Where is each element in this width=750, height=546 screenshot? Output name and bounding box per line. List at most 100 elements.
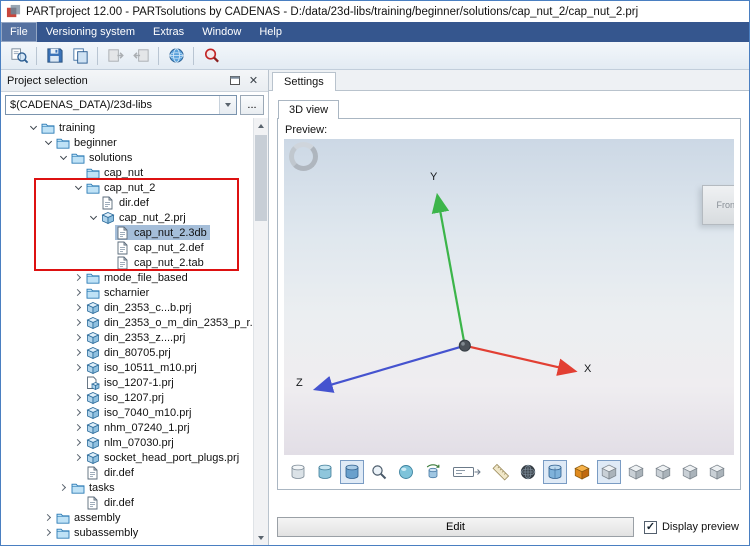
- tree-item-tasks[interactable]: tasks: [1, 480, 253, 495]
- scroll-down-icon[interactable]: [254, 530, 268, 545]
- toolbar-separator: [36, 46, 37, 65]
- tree-item-cap_nut_2[interactable]: cap_nut_2: [1, 180, 253, 195]
- zoom-icon[interactable]: [367, 460, 391, 484]
- rotate-sphere-icon[interactable]: [394, 460, 418, 484]
- tree-item-din_2353_c...b.prj[interactable]: din_2353_c...b.prj: [1, 300, 253, 315]
- expand-arrow-icon[interactable]: [72, 348, 85, 357]
- tree-item-din_2353_o_m_din_2353_p_r...[interactable]: din_2353_o_m_din_2353_p_r...: [1, 315, 253, 330]
- collapse-arrow-icon[interactable]: [72, 182, 85, 191]
- tree-item-mode_file_based[interactable]: mode_file_based: [1, 270, 253, 285]
- collapse-arrow-icon[interactable]: [57, 152, 70, 161]
- tree-item-iso_10511_m10.prj[interactable]: iso_10511_m10.prj: [1, 360, 253, 375]
- tab-3d-view[interactable]: 3D view: [278, 100, 340, 119]
- search-icon[interactable]: [199, 44, 223, 68]
- expand-arrow-icon[interactable]: [72, 303, 85, 312]
- scrollbar-track[interactable]: [254, 133, 268, 530]
- expand-arrow-icon[interactable]: [72, 363, 85, 372]
- collapse-arrow-icon[interactable]: [87, 212, 100, 221]
- tree-item-dir.def[interactable]: dir.def: [1, 465, 253, 480]
- expand-arrow-icon[interactable]: [57, 483, 70, 492]
- tree-item-dir.def[interactable]: dir.def: [1, 195, 253, 210]
- cylinder-solid-icon[interactable]: [340, 460, 364, 484]
- view-cube[interactable]: Front: [702, 185, 734, 225]
- save-icon[interactable]: [42, 44, 66, 68]
- cylinder-shaded-icon[interactable]: [313, 460, 337, 484]
- expand-arrow-icon[interactable]: [42, 528, 55, 537]
- display-preview-checkbox[interactable]: ✓: [643, 520, 657, 534]
- expand-arrow-icon[interactable]: [72, 453, 85, 462]
- settings-panel: Settings 3D view Preview: Fron Y X Z Edi…: [269, 70, 749, 545]
- tree-item-cap_nut_2.prj[interactable]: cap_nut_2.prj: [1, 210, 253, 225]
- tree-item-din_2353_z....prj[interactable]: din_2353_z....prj: [1, 330, 253, 345]
- tree-item-assembly[interactable]: assembly: [1, 510, 253, 525]
- ruler-icon[interactable]: [489, 460, 513, 484]
- settings-content: 3D view Preview: Fron Y X Z Edit ✓ Displ…: [269, 91, 749, 545]
- cube-view-4-icon[interactable]: [678, 460, 702, 484]
- expand-arrow-icon[interactable]: [72, 423, 85, 432]
- tree-item-nhm_07240_1.prj[interactable]: nhm_07240_1.prj: [1, 420, 253, 435]
- browse-button[interactable]: ...: [240, 95, 264, 115]
- z-axis-label: Z: [296, 377, 303, 389]
- cylinder-preview-icon[interactable]: [543, 460, 567, 484]
- menu-file[interactable]: File: [1, 22, 37, 42]
- orange-cube-icon[interactable]: [570, 460, 594, 484]
- tree-item-dir.def[interactable]: dir.def: [1, 495, 253, 510]
- dock-icon[interactable]: [226, 73, 243, 89]
- tree-item-cap_nut_2.def[interactable]: cap_nut_2.def: [1, 240, 253, 255]
- tree-item-din_80705.prj[interactable]: din_80705.prj: [1, 345, 253, 360]
- display-preview-option[interactable]: ✓ Display preview: [643, 520, 741, 534]
- expand-arrow-icon[interactable]: [72, 438, 85, 447]
- tree-item-training[interactable]: training: [1, 120, 253, 135]
- menu-extras[interactable]: Extras: [144, 22, 193, 42]
- tree-item-subassembly[interactable]: subassembly: [1, 525, 253, 540]
- collapse-arrow-icon[interactable]: [27, 122, 40, 131]
- tree-item-label: cap_nut_2.prj: [119, 211, 186, 224]
- library-path-combobox[interactable]: $(CADENAS_DATA)/23d-libs: [5, 95, 237, 115]
- scroll-up-icon[interactable]: [254, 118, 268, 133]
- tree-item-iso_1207-1.prj[interactable]: iso_1207-1.prj: [1, 375, 253, 390]
- 3d-viewport[interactable]: Front Y X Z: [284, 139, 734, 455]
- cube-view-5-icon[interactable]: [705, 460, 729, 484]
- expand-arrow-icon[interactable]: [72, 333, 85, 342]
- turntable-icon[interactable]: [421, 460, 445, 484]
- tree-item-cap_nut_2.3db[interactable]: cap_nut_2.3db: [1, 225, 253, 240]
- expand-arrow-icon[interactable]: [42, 513, 55, 522]
- expand-arrow-icon[interactable]: [72, 408, 85, 417]
- tree-item-cap_nut[interactable]: cap_nut: [1, 165, 253, 180]
- folder-icon: [86, 182, 101, 194]
- menu-help[interactable]: Help: [250, 22, 291, 42]
- wireframe-sphere-icon[interactable]: [516, 460, 540, 484]
- expand-arrow-icon[interactable]: [72, 288, 85, 297]
- cube-view-2-icon[interactable]: [624, 460, 648, 484]
- expand-arrow-icon[interactable]: [72, 318, 85, 327]
- tree-item-nlm_07030.prj[interactable]: nlm_07030.prj: [1, 435, 253, 450]
- edit-button[interactable]: Edit: [277, 517, 634, 537]
- tree-item-iso_1207.prj[interactable]: iso_1207.prj: [1, 390, 253, 405]
- tree-item-beginner[interactable]: beginner: [1, 135, 253, 150]
- tree-item-label: tasks: [89, 481, 115, 494]
- tab-settings[interactable]: Settings: [272, 72, 336, 91]
- expand-arrow-icon[interactable]: [72, 393, 85, 402]
- tree-item-iso_7040_m10.prj[interactable]: iso_7040_m10.prj: [1, 405, 253, 420]
- close-icon[interactable]: ✕: [245, 73, 262, 89]
- chevron-down-icon[interactable]: [219, 96, 236, 114]
- collapse-arrow-icon[interactable]: [42, 137, 55, 146]
- online-catalog-icon[interactable]: [164, 44, 188, 68]
- tree-item-socket_head_port_plugs.prj[interactable]: socket_head_port_plugs.prj: [1, 450, 253, 465]
- menu-versioning-system[interactable]: Versioning system: [37, 22, 144, 42]
- library-path-row: $(CADENAS_DATA)/23d-libs ...: [1, 92, 268, 118]
- tree-item-cap_nut_2.tab[interactable]: cap_nut_2.tab: [1, 255, 253, 270]
- tree-item-scharnier[interactable]: scharnier: [1, 285, 253, 300]
- dimension-label-icon[interactable]: [448, 460, 486, 484]
- copy-project-icon[interactable]: [68, 44, 92, 68]
- y-axis-label: Y: [430, 171, 438, 183]
- menu-window[interactable]: Window: [193, 22, 250, 42]
- tree-item-solutions[interactable]: solutions: [1, 150, 253, 165]
- search-project-icon[interactable]: [7, 44, 31, 68]
- cube-view-3-icon[interactable]: [651, 460, 675, 484]
- cylinder-flat-icon[interactable]: [286, 460, 310, 484]
- scrollbar-thumb[interactable]: [255, 135, 267, 221]
- expand-arrow-icon[interactable]: [72, 273, 85, 282]
- tree-scrollbar[interactable]: [253, 118, 268, 545]
- iso-cube-icon[interactable]: [597, 460, 621, 484]
